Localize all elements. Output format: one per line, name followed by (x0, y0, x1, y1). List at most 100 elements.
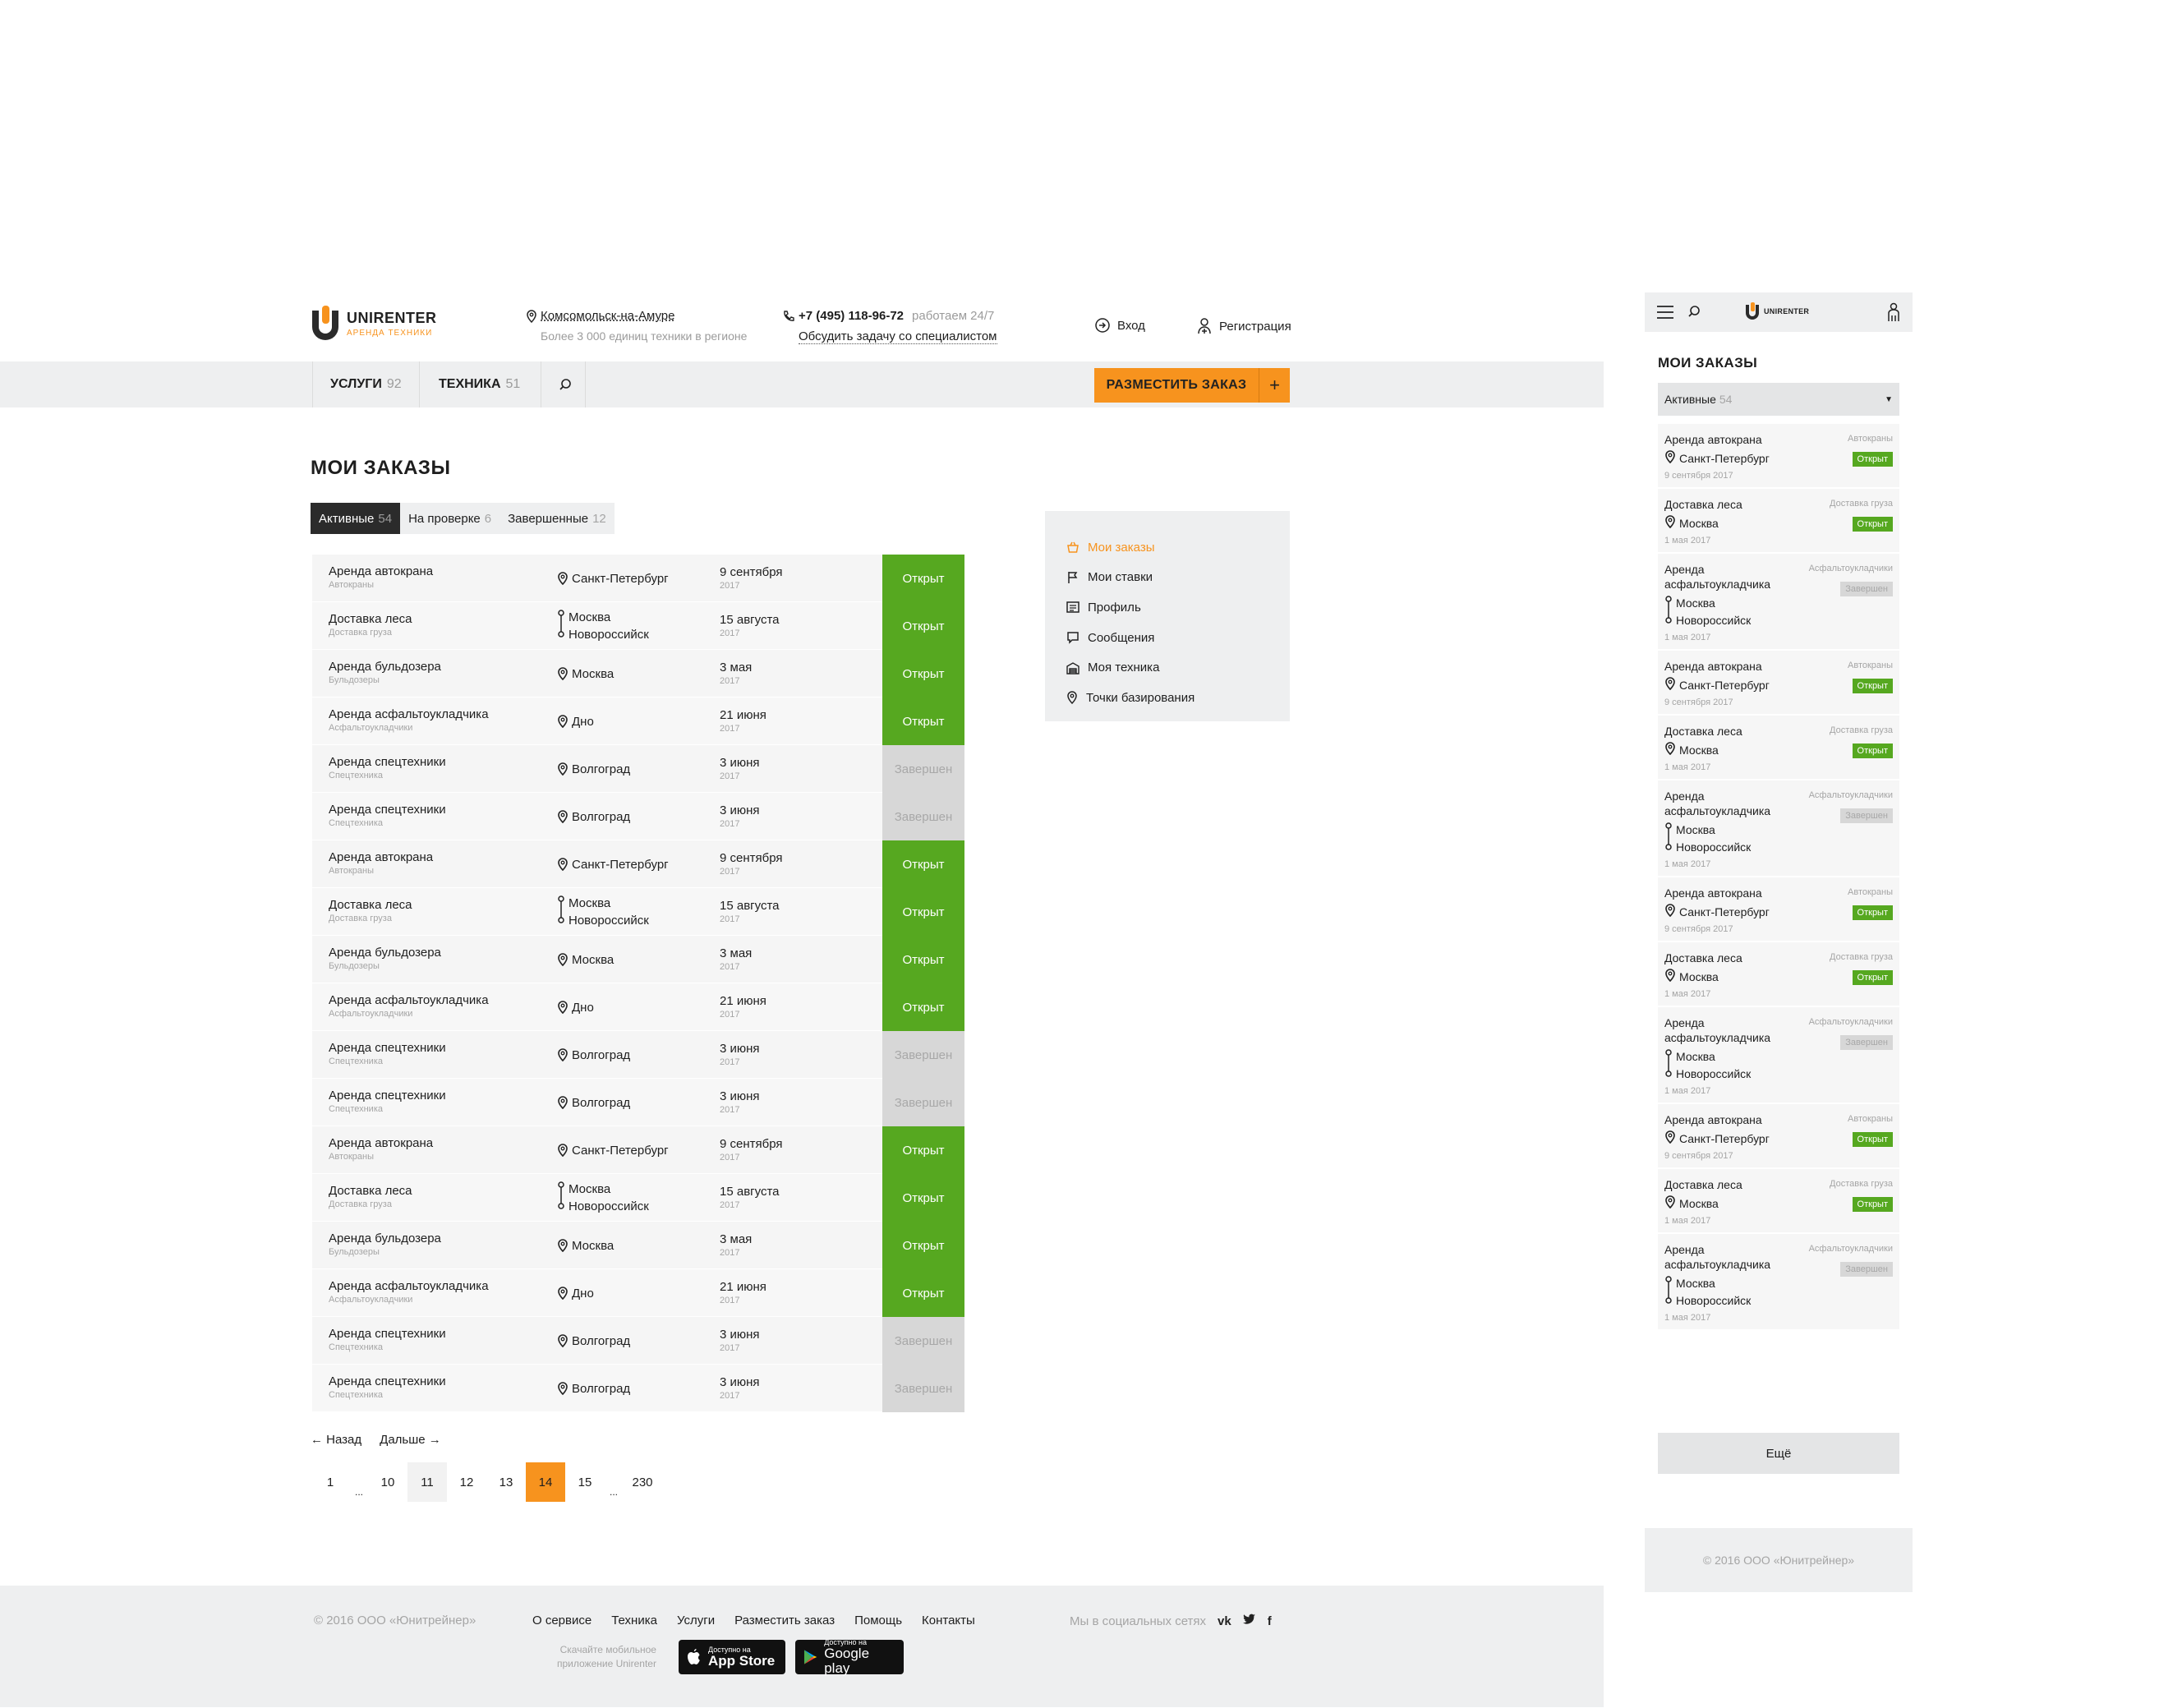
page-number[interactable]: 12 (447, 1462, 486, 1502)
side-menu-item[interactable]: Точки базирования (1045, 683, 1290, 713)
order-row[interactable]: Аренда спецтехники Спецтехника Волгоград 3 … (312, 745, 964, 793)
twitter-icon[interactable] (1242, 1614, 1256, 1628)
order-title[interactable]: Аренда спецтехники (329, 755, 446, 769)
footer-link[interactable]: Разместить заказ (734, 1614, 835, 1627)
order-title[interactable]: Доставка леса (329, 898, 412, 912)
order-title[interactable]: Аренда автокрана (329, 1136, 433, 1150)
location-pin-icon (1665, 742, 1675, 755)
side-menu-item[interactable]: Сообщения (1045, 623, 1290, 653)
mobile-order-card[interactable]: Аренда автокрана Автокраны Открыт Санкт-Пет… (1658, 651, 1899, 716)
page-number[interactable]: 13 (486, 1462, 526, 1502)
account-side-menu: Мои заказы Мои ставки Профиль Сообщения Моя … (1045, 511, 1290, 721)
order-row[interactable]: Аренда асфальтоукладчика Асфальтоукладчик… (312, 1269, 964, 1317)
tab-review[interactable]: На проверке 6 (400, 503, 500, 534)
order-title[interactable]: Аренда бульдозера (329, 946, 441, 960)
order-date: 21 июня (720, 1280, 766, 1294)
side-menu-item[interactable]: Моя техника (1045, 652, 1290, 683)
order-row[interactable]: Аренда бульдозера Бульдозеры Москва 3 мая 20… (312, 650, 964, 697)
nav-equipment[interactable]: ТЕХНИКА 51 (439, 361, 520, 407)
order-row[interactable]: Аренда спецтехники Спецтехника Волгоград 3 … (312, 1317, 964, 1365)
order-title[interactable]: Доставка леса (329, 1184, 412, 1198)
prev-page-link[interactable]: ← Назад (311, 1433, 361, 1447)
order-row[interactable]: Аренда асфальтоукладчика Асфальтоукладчик… (312, 697, 964, 745)
order-date: 1 мая 2017 (1664, 536, 1711, 546)
order-row[interactable]: Аренда асфальтоукладчика Асфальтоукладчик… (312, 983, 964, 1031)
side-menu-item[interactable]: Мои ставки (1045, 563, 1290, 593)
footer-link[interactable]: Помощь (854, 1614, 902, 1627)
order-row[interactable]: Доставка леса Доставка груза Москва Новорос… (312, 888, 964, 936)
hamburger-menu-icon[interactable] (1656, 305, 1674, 320)
order-title[interactable]: Аренда бульдозера (329, 1232, 441, 1245)
mobile-order-card[interactable]: Аренда автокрана Автокраны Открыт Санкт-Пет… (1658, 424, 1899, 489)
order-row[interactable]: Аренда спецтехники Спецтехника Волгоград 3 … (312, 1079, 964, 1126)
mobile-order-card[interactable]: Доставка леса Доставка груза Открыт Москва 1… (1658, 942, 1899, 1007)
mobile-order-card[interactable]: Аренда асфальтоукладчика Асфальтоукладчик… (1658, 780, 1899, 877)
order-title[interactable]: Аренда спецтехники (329, 1327, 446, 1341)
footer-link[interactable]: Техника (611, 1614, 657, 1627)
order-title[interactable]: Аренда спецтехники (329, 1089, 446, 1103)
footer-link[interactable]: Контакты (922, 1614, 975, 1627)
mobile-order-card[interactable]: Доставка леса Доставка груза Открыт Москва 1… (1658, 1169, 1899, 1234)
page-number[interactable]: 1 (311, 1462, 350, 1502)
mobile-order-card[interactable]: Аренда автокрана Автокраны Открыт Санкт-Пет… (1658, 877, 1899, 942)
order-title[interactable]: Аренда спецтехники (329, 1374, 446, 1388)
order-row[interactable]: Аренда бульдозера Бульдозеры Москва 3 мая 20… (312, 936, 964, 983)
page-number[interactable]: 15 (565, 1462, 605, 1502)
appstore-badge[interactable]: Доступно на App Store (679, 1640, 785, 1674)
order-title[interactable]: Аренда спецтехники (329, 803, 446, 817)
nav-search-button[interactable] (559, 361, 572, 407)
order-title[interactable]: Аренда асфальтоукладчика (329, 993, 489, 1007)
page-number[interactable]: 230 (623, 1462, 662, 1502)
order-row[interactable]: Доставка леса Доставка груза Москва Новорос… (312, 1174, 964, 1222)
tab-completed[interactable]: Завершенные 12 (499, 503, 615, 534)
order-row[interactable]: Аренда автокрана Автокраны Санкт-Петербург… (312, 840, 964, 888)
order-title[interactable]: Аренда асфальтоукладчика (329, 1279, 489, 1293)
tab-active[interactable]: Активные 54 (311, 503, 401, 534)
load-more-button[interactable]: Ещё (1658, 1433, 1899, 1474)
order-row[interactable]: Аренда спецтехники Спецтехника Волгоград 3 … (312, 1031, 964, 1079)
user-icon[interactable] (1886, 302, 1901, 322)
search-icon[interactable] (1687, 305, 1701, 318)
footer-link[interactable]: О сервисе (532, 1614, 592, 1627)
mobile-order-card[interactable]: Аренда асфальтоукладчика Асфальтоукладчик… (1658, 1234, 1899, 1331)
footer-link[interactable]: Услуги (677, 1614, 715, 1627)
googleplay-badge[interactable]: Доступно на Google play (795, 1638, 904, 1676)
side-menu-item[interactable]: Мои заказы (1045, 532, 1290, 563)
mobile-order-card[interactable]: Аренда автокрана Автокраны Открыт Санкт-Пет… (1658, 1104, 1899, 1169)
order-row[interactable]: Аренда бульдозера Бульдозеры Москва 3 мая 20… (312, 1222, 964, 1269)
order-title[interactable]: Аренда бульдозера (329, 660, 441, 674)
order-row[interactable]: Аренда автокрана Автокраны Санкт-Петербург… (312, 1126, 964, 1174)
phone-number[interactable]: +7 (495) 118-96-72 (799, 309, 904, 323)
order-title[interactable]: Аренда автокрана (329, 850, 433, 864)
order-row[interactable]: Аренда спецтехники Спецтехника Волгоград 3 … (312, 1365, 964, 1412)
next-page-link[interactable]: Дальше → (380, 1433, 441, 1447)
side-menu-label: Профиль (1088, 600, 1141, 615)
page-number[interactable]: 11 (407, 1462, 447, 1502)
order-row[interactable]: Доставка леса Доставка груза Москва Новорос… (312, 602, 964, 650)
mobile-order-card[interactable]: Аренда асфальтоукладчика Асфальтоукладчик… (1658, 554, 1899, 651)
facebook-icon[interactable]: f (1268, 1614, 1272, 1628)
order-row[interactable]: Аренда автокрана Автокраны Санкт-Петербург… (312, 555, 964, 602)
page-number[interactable]: 14 (526, 1462, 565, 1502)
vk-icon[interactable]: vk (1218, 1614, 1231, 1628)
place-order-button[interactable]: РАЗМЕСТИТЬ ЗАКАЗ + (1094, 368, 1290, 403)
order-title[interactable]: Аренда автокрана (329, 564, 433, 578)
route-icon (558, 610, 564, 638)
register-link[interactable]: Регистрация (1196, 317, 1291, 335)
consult-link[interactable]: Обсудить задачу со специалистом (799, 329, 997, 344)
page-number[interactable]: 10 (368, 1462, 407, 1502)
order-title[interactable]: Доставка леса (329, 612, 412, 626)
login-link[interactable]: Вход (1094, 317, 1145, 334)
city-link[interactable]: Комсомольск-на-Амуре (526, 309, 747, 323)
order-row[interactable]: Аренда спецтехники Спецтехника Волгоград 3 … (312, 793, 964, 840)
site-logo[interactable]: UNIRENTER АРЕНДА ТЕХНИКИ (311, 306, 437, 342)
mobile-order-card[interactable]: Доставка леса Доставка груза Открыт Москва 1… (1658, 489, 1899, 554)
mobile-logo[interactable]: UNIRENTER (1745, 302, 1809, 320)
mobile-order-card[interactable]: Аренда асфальтоукладчика Асфальтоукладчик… (1658, 1007, 1899, 1104)
nav-services[interactable]: УСЛУГИ 92 (330, 361, 402, 407)
mobile-order-card[interactable]: Доставка леса Доставка груза Открыт Москва 1… (1658, 716, 1899, 780)
order-title[interactable]: Аренда спецтехники (329, 1041, 446, 1055)
side-menu-item[interactable]: Профиль (1045, 592, 1290, 623)
order-title[interactable]: Аренда асфальтоукладчика (329, 707, 489, 721)
status-select[interactable]: Активные 54 ▼ (1658, 383, 1899, 416)
